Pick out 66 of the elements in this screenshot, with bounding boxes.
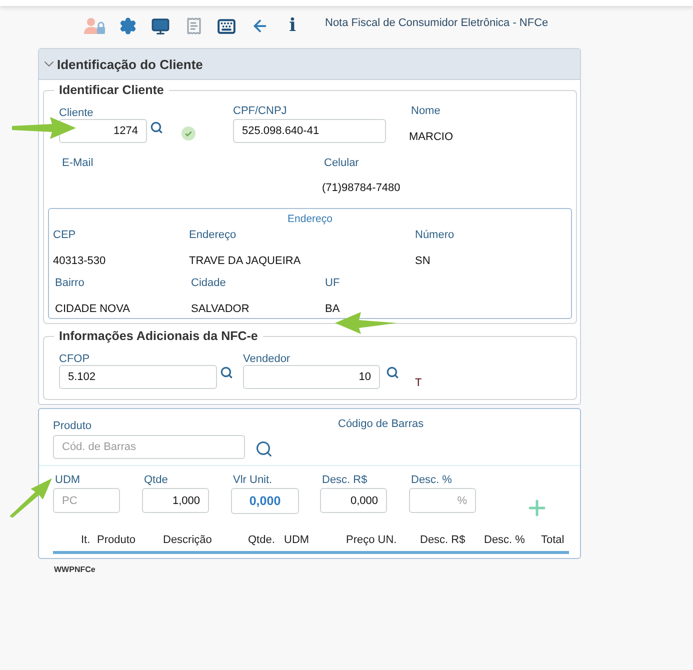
monitor-icon[interactable] (151, 16, 170, 36)
column-header: Desc. R$ (420, 534, 466, 546)
field-label: Código de Barras (338, 418, 424, 430)
column-header: Preço UN. (346, 534, 398, 546)
field-label: Cidade (191, 277, 227, 289)
field-label: Cliente (59, 107, 94, 119)
field-label: Vlr Unit. (232, 474, 274, 486)
field-label: Desc. R$ (321, 474, 368, 486)
field-label: E-Mail (62, 157, 94, 169)
note-text: T (415, 377, 422, 389)
client-code-field[interactable]: 1274 (59, 119, 147, 143)
seller-field[interactable]: 10 (243, 365, 380, 389)
field-label: Celular (324, 157, 360, 169)
field-label: CEP (53, 229, 77, 241)
field-label: Bairro (55, 277, 86, 289)
column-header: It. (81, 534, 92, 546)
column-header: Qtde. (248, 534, 276, 546)
field-label: Nome (411, 105, 442, 117)
app-title: Nota Fiscal de Consumidor Eletrônica - NFCe (325, 17, 548, 29)
field-label: Qtde (143, 474, 169, 486)
field-label: CFOP (59, 353, 91, 365)
pointer-arrow-icon (8, 478, 52, 518)
address-title: Endereço (286, 213, 334, 225)
field-value: TRAVE DA JAQUEIRA (189, 255, 302, 267)
field-label: UDM (54, 474, 82, 486)
search-icon[interactable] (220, 366, 233, 379)
field-label: Produto (53, 420, 93, 432)
search-icon[interactable] (386, 366, 399, 379)
pointer-arrow-icon (12, 117, 76, 139)
column-header: Produto (97, 534, 137, 546)
field-value: CIDADE NOVA (55, 303, 131, 315)
placeholder-text: % (457, 494, 467, 506)
item-field[interactable]: 0,000 (320, 488, 387, 513)
placeholder-text: Cód. de Barras (62, 441, 136, 453)
field-label: Desc. % (410, 474, 453, 486)
fieldset-legend: Informações Adicionais da NFC-e (54, 329, 263, 343)
placeholder-text: PC (62, 494, 78, 506)
column-header: UDM (284, 534, 310, 546)
field-label: Endereço (189, 229, 238, 241)
field-label: Vendedor (243, 353, 292, 365)
keyboard-icon[interactable] (217, 16, 236, 36)
field-label: UF (325, 277, 341, 289)
field-value: BA (325, 303, 341, 315)
pointer-arrow-icon (335, 312, 397, 334)
column-header: Descrição (163, 534, 213, 546)
column-header: Desc. % (484, 534, 526, 546)
field-value: SALVADOR (191, 303, 250, 315)
cpf-field[interactable]: 525.098.640-41 (233, 119, 386, 143)
info-icon[interactable]: i (289, 17, 296, 35)
field-value: 40313-530 (53, 255, 107, 267)
field-label: CPF/CNPJ (233, 105, 288, 117)
panel-title: Identificação do Cliente (57, 56, 203, 72)
search-icon[interactable] (255, 440, 273, 458)
fieldset-legend: Identificar Cliente (54, 83, 169, 97)
panel-header[interactable]: Identificação do Cliente (39, 49, 580, 80)
column-header: Total (541, 534, 566, 546)
item-field[interactable]: 1,000 (142, 488, 209, 513)
settings-icon[interactable] (118, 17, 136, 35)
cfop-field[interactable]: 5.102 (59, 365, 217, 389)
field-value: MARCIO (409, 131, 454, 143)
item-field[interactable]: 0,000 (231, 488, 299, 514)
footer-text: WWPNFCe (54, 565, 96, 574)
search-icon[interactable] (150, 120, 163, 134)
field-label: Número (415, 229, 456, 241)
field-value: (71)98784-7480 (322, 182, 402, 194)
field-value: SN (415, 255, 432, 267)
